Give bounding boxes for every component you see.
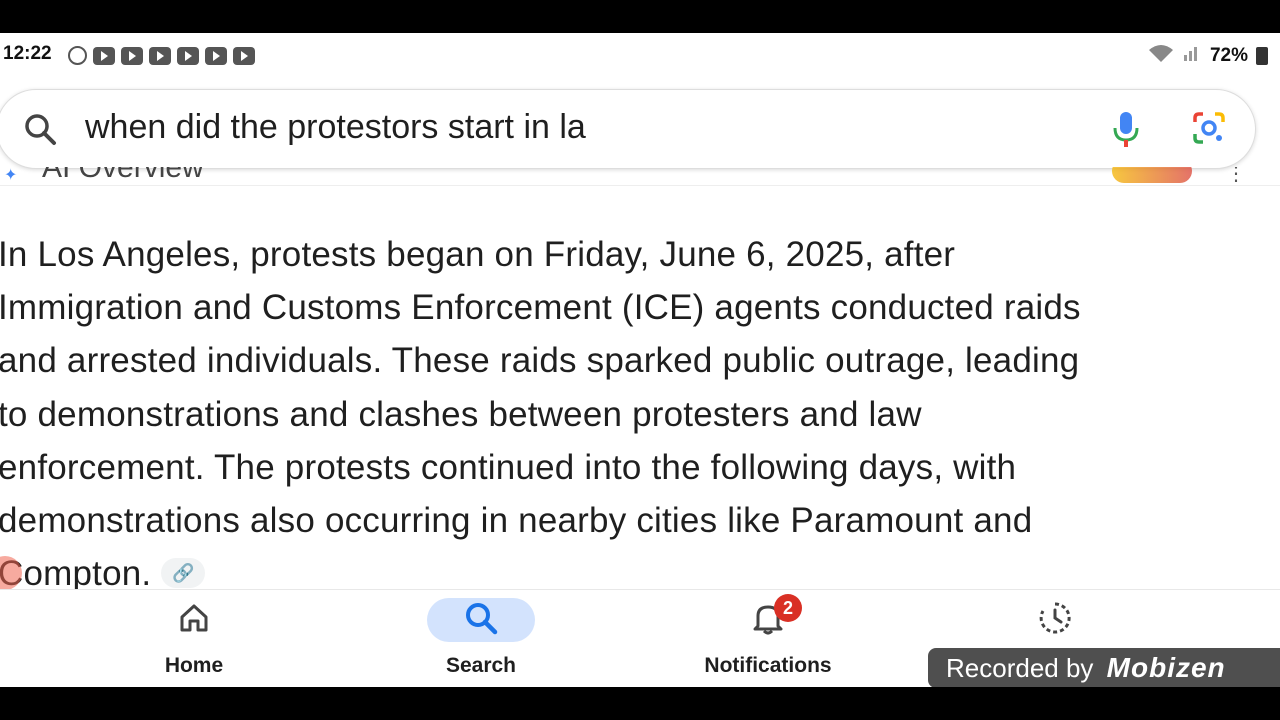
status-right: 72% [1148, 43, 1268, 69]
phone-screen: 12:22 72% when did the protestors start … [0, 33, 1280, 687]
lens-icon[interactable] [1191, 110, 1227, 151]
more-options-icon[interactable]: ⋮ [1226, 167, 1246, 185]
watermark-text: Recorded by [946, 653, 1094, 683]
answer-line: to demonstrations and clashes between pr… [0, 394, 922, 434]
ai-overview-label: AI Overview [42, 167, 204, 184]
nav-notifications-label: Notifications [704, 654, 832, 677]
nav-activity[interactable] [965, 598, 1145, 642]
nav-notifications[interactable]: 2 Notifications [678, 594, 858, 678]
history-icon [1038, 601, 1072, 640]
battery-icon [1256, 47, 1268, 65]
answer-line: Compton. [0, 554, 152, 594]
signal-icon [1182, 43, 1202, 69]
nav-home[interactable]: Home [104, 598, 284, 678]
notification-badge: 2 [774, 594, 802, 622]
search-icon [23, 112, 57, 146]
mobizen-logo: Mobizen [1106, 652, 1226, 683]
answer-line: In Los Angeles, protests began on Friday… [0, 235, 956, 274]
answer-line: enforcement. The protests continued into… [0, 447, 1017, 487]
youtube-icon [205, 46, 227, 65]
sparkle-icon: ✦ [4, 167, 18, 184]
ai-overview-answer: In Los Angeles, protests began on Friday… [0, 228, 1268, 600]
search-bar[interactable]: when did the protestors start in la [0, 89, 1256, 169]
youtube-icon [93, 46, 115, 65]
search-icon [464, 601, 498, 640]
status-bar: 12:22 72% [0, 33, 1280, 77]
youtube-icon [233, 46, 255, 65]
dnd-icon [68, 46, 87, 65]
link-icon[interactable]: 🔗 [161, 557, 206, 588]
nav-search[interactable]: Search [391, 598, 571, 678]
answer-line: demonstrations also occurring in nearby … [0, 501, 1033, 541]
battery-percent: 72% [1209, 45, 1248, 66]
wifi-icon [1148, 43, 1174, 69]
status-time: 12:22 [3, 43, 52, 64]
ai-overview-header: ✦ AI Overview ⋮ [0, 167, 1280, 186]
source-thumbnails[interactable] [1112, 167, 1192, 183]
notification-icons [68, 46, 255, 65]
search-query[interactable]: when did the protestors start in la [85, 108, 586, 147]
mic-icon[interactable] [1112, 110, 1140, 155]
nav-home-label: Home [164, 654, 224, 677]
answer-line: Immigration and Customs Enforcement (ICE… [0, 288, 1081, 328]
home-icon [178, 602, 210, 639]
recording-watermark: Recorded by Mobizen [928, 648, 1280, 687]
youtube-icon [121, 46, 143, 65]
nav-search-label: Search [445, 654, 517, 677]
youtube-icon [149, 46, 171, 65]
youtube-icon [177, 46, 199, 65]
answer-line: and arrested individuals. These raids sp… [0, 341, 1080, 381]
